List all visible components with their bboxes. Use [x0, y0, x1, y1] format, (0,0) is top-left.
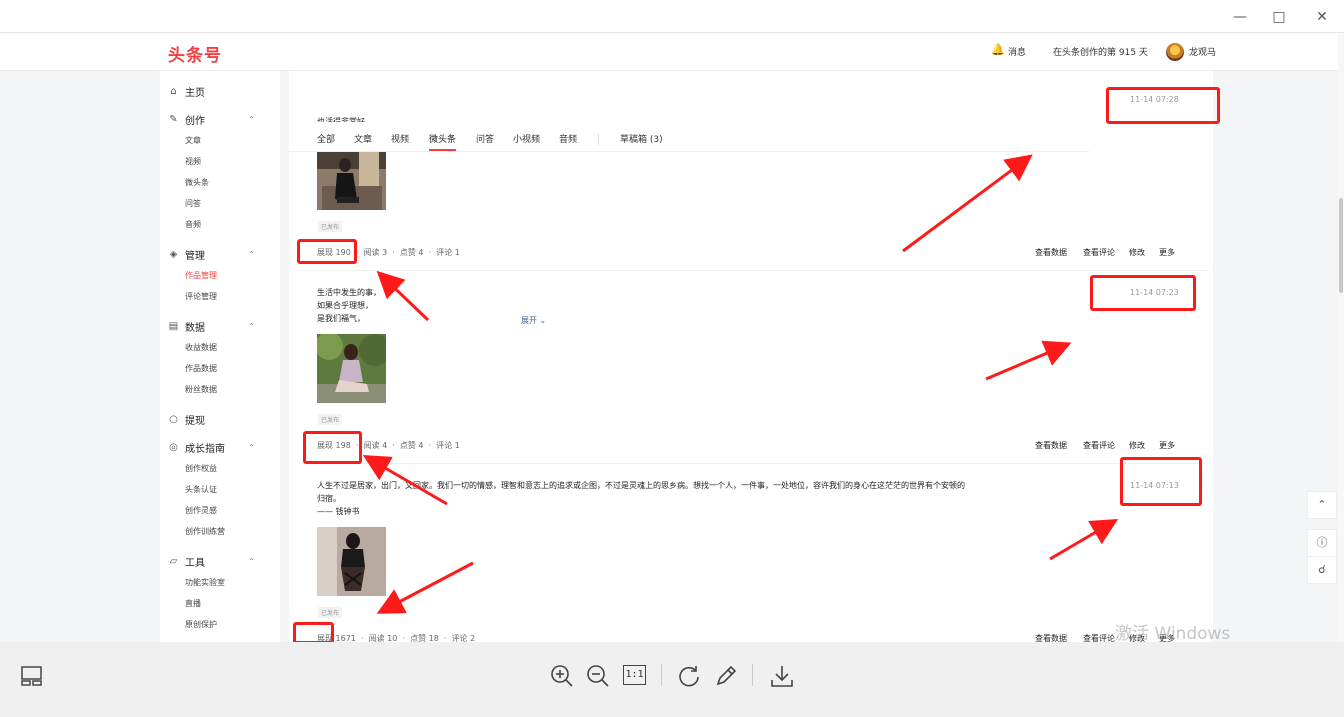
annotation-arrow — [362, 454, 448, 506]
rotate-icon[interactable] — [675, 662, 703, 690]
thumbnail-view-icon[interactable] — [18, 662, 46, 690]
viewer-titlebar: — □ ✕ — [0, 0, 1344, 33]
support-button[interactable]: ☌ — [1307, 556, 1337, 584]
zoom-in-icon[interactable] — [548, 662, 576, 690]
download-icon[interactable] — [768, 662, 796, 690]
annotation-arrow — [376, 561, 474, 614]
toolbar-separator — [661, 664, 662, 686]
annotation-arrow — [376, 270, 430, 322]
annotation-arrows — [362, 154, 1119, 614]
annotation-arrow — [902, 154, 1033, 253]
help-button[interactable]: ⓘ — [1307, 529, 1337, 557]
back-to-top-button[interactable]: ⌃ — [1307, 491, 1337, 519]
headset-icon: ☌ — [1318, 563, 1326, 576]
zoom-out-icon[interactable] — [584, 662, 612, 690]
annotation-arrow — [1049, 518, 1119, 561]
screenshot-area: 头条号 🔔 消息 在头条创作的第 915 天 龙观马 ⌂ 主页 ✎ 创作 ⌃ 文… — [0, 33, 1344, 642]
maximize-icon[interactable]: □ — [1268, 6, 1290, 28]
pencil-icon[interactable] — [712, 662, 740, 690]
windows-watermark: 激活 Windows — [1115, 624, 1231, 642]
annotation-arrow — [985, 340, 1072, 381]
scrollbar[interactable] — [1338, 33, 1344, 642]
toolbar-separator — [752, 664, 753, 686]
chevron-up-icon: ⌃ — [1317, 498, 1327, 511]
help-icon: ⓘ — [1316, 536, 1328, 549]
viewer-toolbar: 1:1 — [0, 642, 1344, 717]
actual-size-button[interactable]: 1:1 — [621, 662, 649, 690]
minimize-icon[interactable]: — — [1229, 6, 1251, 28]
scrollbar-thumb[interactable] — [1339, 198, 1343, 293]
close-icon[interactable]: ✕ — [1311, 6, 1333, 28]
actual-size-label: 1:1 — [623, 665, 646, 685]
